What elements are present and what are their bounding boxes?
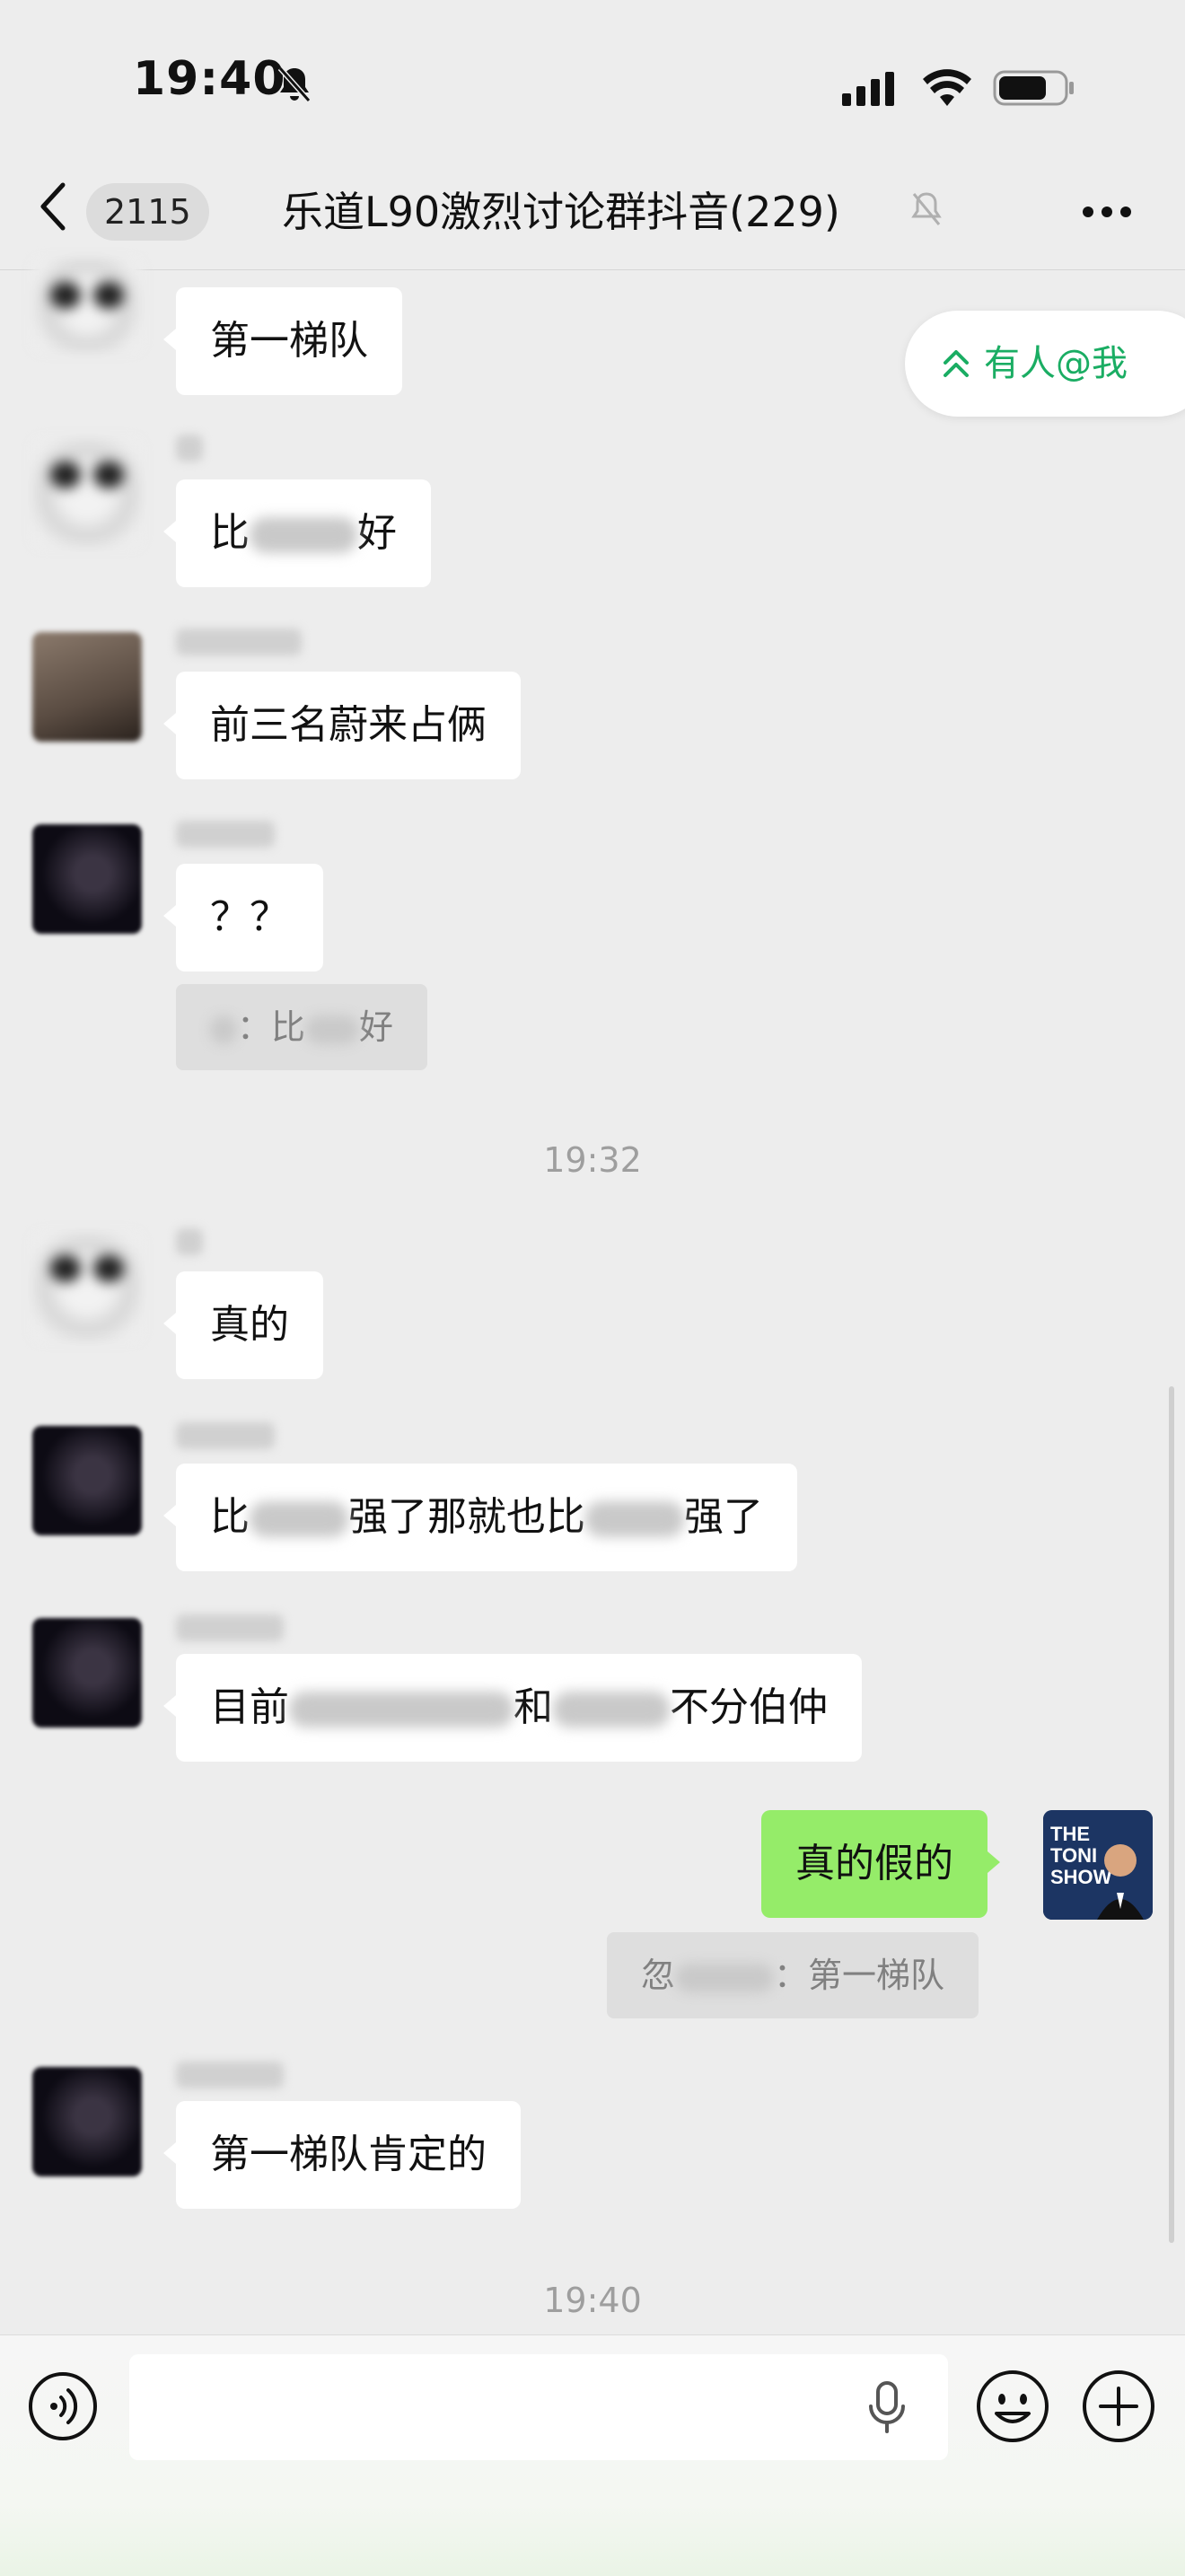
message-bubble-self[interactable]: 真的假的 [761, 1810, 1000, 1918]
avatar[interactable] [32, 632, 142, 742]
sender-name [176, 1228, 203, 1255]
svg-text:TONI: TONI [1050, 1844, 1097, 1867]
avatar[interactable] [32, 1618, 142, 1728]
quoted-message[interactable]: ：比好 [176, 984, 428, 1070]
message-bubble[interactable]: 第一梯队肯定的 [163, 2101, 521, 2209]
message-input[interactable] [129, 2354, 948, 2460]
signal-icon [842, 72, 894, 106]
mention-label: 有人@我 [984, 343, 1128, 384]
chevron-left-icon[interactable] [36, 180, 72, 233]
message-bubble[interactable]: 比强了那就也比 强了 [163, 1464, 797, 1571]
message-bubble[interactable]: 第一梯队 [163, 287, 402, 395]
timestamp: 19:32 [543, 1140, 642, 1180]
sender-name [176, 435, 203, 462]
avatar[interactable] [32, 1426, 142, 1535]
mention-pill[interactable]: 有人@我 [905, 311, 1185, 417]
message-bubble[interactable]: ？？ [163, 864, 323, 971]
mic-icon[interactable] [864, 2379, 910, 2435]
sender-name [176, 1614, 284, 1641]
chat-title: 乐道L90激烈讨论群抖音(229) [282, 188, 840, 236]
message-bubble[interactable]: 真的 [163, 1271, 323, 1379]
bell-off-icon [277, 66, 312, 102]
avatar-self[interactable]: THE TONI SHOW [1043, 1810, 1153, 1920]
timestamp: 19:40 [543, 2281, 642, 2320]
message-bubble[interactable]: 比好 [163, 479, 431, 587]
avatar[interactable] [32, 1232, 142, 1341]
sender-name [176, 629, 302, 655]
avatar[interactable] [32, 438, 142, 548]
avatar[interactable] [32, 259, 142, 352]
battery-icon [993, 70, 1074, 106]
avatar[interactable] [32, 824, 142, 934]
avatar[interactable] [32, 2067, 142, 2176]
quoted-message[interactable]: 忽：第一梯队 [607, 1932, 979, 2018]
wifi-icon [923, 69, 971, 106]
sender-name [176, 821, 275, 848]
more-dots-icon[interactable] [1081, 205, 1133, 219]
double-chevron-up-icon [944, 350, 969, 377]
svg-text:SHOW: SHOW [1050, 1866, 1112, 1888]
bell-off-icon [911, 192, 942, 225]
svg-text:THE: THE [1050, 1823, 1090, 1845]
sender-name [176, 2062, 284, 2088]
sender-name [176, 1422, 275, 1449]
message-bubble[interactable]: 前三名蔚来占俩 [163, 672, 521, 779]
voice-icon[interactable] [27, 2370, 99, 2442]
emoji-icon[interactable] [975, 2369, 1050, 2444]
status-time: 19:40 [133, 52, 286, 106]
nav-divider [0, 269, 1185, 270]
scrollbar[interactable] [1169, 1386, 1174, 2243]
message-bubble[interactable]: 目前和不分伯仲 [163, 1654, 862, 1762]
unread-count-badge[interactable]: 2115 [86, 183, 209, 241]
plus-icon[interactable] [1081, 2369, 1156, 2444]
